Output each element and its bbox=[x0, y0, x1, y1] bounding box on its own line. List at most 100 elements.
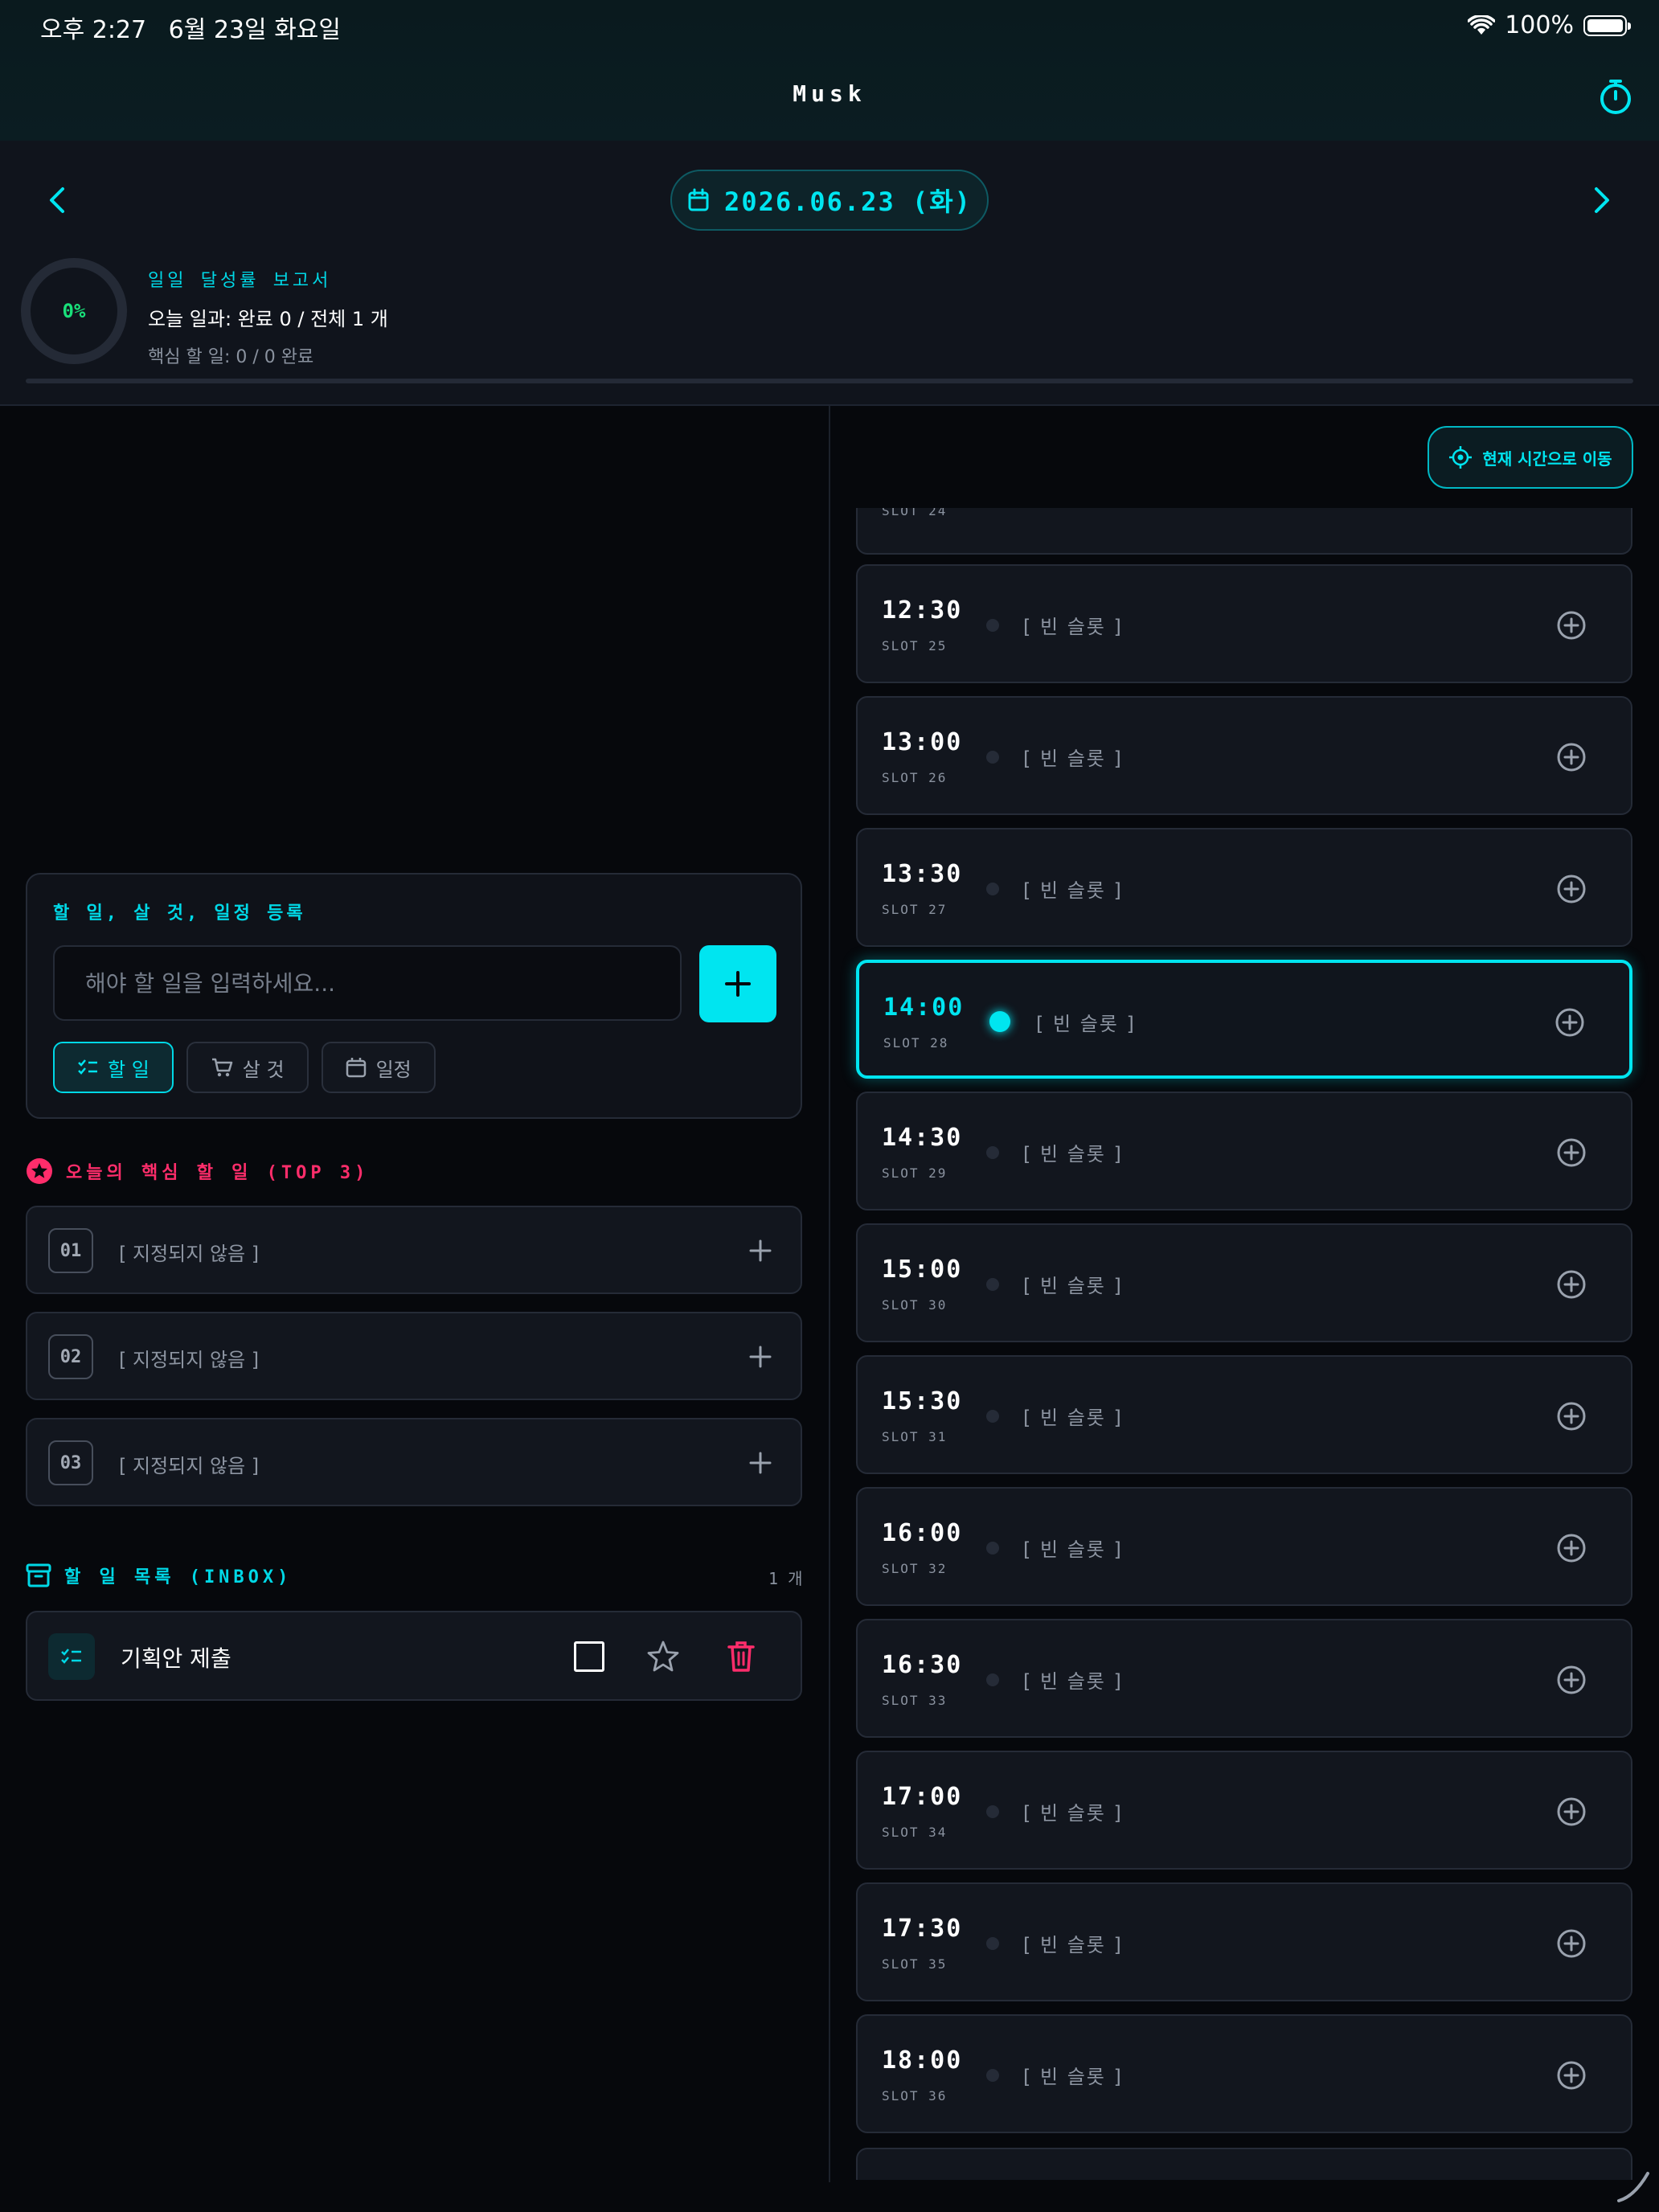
time-slot[interactable]: 13:30 SLOT 27 [ 빈 슬롯 ] bbox=[856, 828, 1632, 947]
slot-number: SLOT 24 bbox=[882, 508, 948, 518]
add-circle-icon[interactable] bbox=[1555, 1400, 1587, 1432]
slot-number: SLOT 35 bbox=[882, 1956, 948, 1972]
time-slot[interactable]: 15:30 SLOT 31 [ 빈 슬롯 ] bbox=[856, 1355, 1632, 1474]
cart-icon bbox=[211, 1058, 233, 1077]
achievement-percent: 0% bbox=[62, 300, 86, 322]
plus-icon[interactable] bbox=[744, 1235, 776, 1267]
calendar-icon bbox=[346, 1058, 366, 1078]
star-icon[interactable] bbox=[646, 1640, 680, 1673]
top3-label: [ 지정되지 않음 ] bbox=[119, 1243, 260, 1265]
complete-checkbox[interactable] bbox=[574, 1641, 604, 1672]
slot-label: [ 빈 슬롯 ] bbox=[1023, 1275, 1123, 1297]
slot-indicator bbox=[986, 619, 999, 632]
add-circle-icon[interactable] bbox=[1554, 1006, 1586, 1038]
status-time: 오후 2:27 bbox=[40, 16, 147, 44]
slot-label: [ 빈 슬롯 ] bbox=[1023, 1934, 1123, 1956]
slot-number: SLOT 34 bbox=[882, 1825, 948, 1840]
status-bar-right: 100% bbox=[1468, 11, 1631, 39]
chevron-right-icon[interactable] bbox=[1583, 182, 1619, 218]
trash-icon[interactable] bbox=[725, 1640, 757, 1673]
time-slot[interactable]: 14:30 SLOT 29 [ 빈 슬롯 ] bbox=[856, 1092, 1632, 1210]
inbox-count: 1 개 bbox=[768, 1569, 803, 1588]
top3-item: 01 [ 지정되지 않음 ] bbox=[26, 1206, 802, 1294]
slot-indicator bbox=[986, 1146, 999, 1159]
slot-indicator bbox=[986, 1542, 999, 1555]
time-slot[interactable]: 18:00 SLOT 36 [ 빈 슬롯 ] bbox=[856, 2014, 1632, 2133]
time-slot-partial[interactable]: SLOT 24 bbox=[856, 508, 1632, 555]
plus-icon[interactable] bbox=[744, 1447, 776, 1479]
slot-number: SLOT 25 bbox=[882, 638, 948, 653]
slot-time: 17:00 bbox=[882, 1783, 963, 1811]
app-title: Musk bbox=[793, 80, 866, 107]
time-slot[interactable]: 13:00 SLOT 26 [ 빈 슬롯 ] bbox=[856, 696, 1632, 815]
slot-label: [ 빈 슬롯 ] bbox=[1036, 1013, 1136, 1035]
slot-number: SLOT 27 bbox=[882, 902, 948, 917]
slot-time: 13:00 bbox=[882, 728, 963, 756]
slot-indicator bbox=[986, 2069, 999, 2082]
plus-icon bbox=[725, 971, 751, 997]
type-shopping-chip[interactable]: 살 것 bbox=[186, 1042, 309, 1093]
add-circle-icon[interactable] bbox=[1555, 1268, 1587, 1301]
slot-indicator bbox=[986, 1805, 999, 1818]
locate-icon bbox=[1449, 446, 1473, 469]
battery-icon bbox=[1583, 14, 1631, 36]
slot-number: SLOT 28 bbox=[883, 1035, 949, 1051]
battery-percent: 100% bbox=[1505, 11, 1574, 39]
checklist-icon bbox=[48, 1633, 95, 1680]
jump-to-now-label: 현재 시간으로 이동 bbox=[1482, 449, 1612, 469]
time-slot[interactable]: 15:00 SLOT 30 [ 빈 슬롯 ] bbox=[856, 1223, 1632, 1342]
add-circle-icon[interactable] bbox=[1555, 1796, 1587, 1828]
date-picker-button[interactable]: 2026.06.23 (화) bbox=[670, 170, 989, 231]
todo-input[interactable] bbox=[53, 945, 682, 1021]
slot-indicator bbox=[986, 1278, 999, 1291]
slot-number: SLOT 32 bbox=[882, 1561, 948, 1576]
chevron-left-icon[interactable] bbox=[40, 182, 76, 218]
star-badge-icon bbox=[27, 1158, 52, 1184]
slot-number: SLOT 33 bbox=[882, 1693, 948, 1708]
time-slot-current[interactable]: 14:00 SLOT 28 [ 빈 슬롯 ] bbox=[856, 960, 1632, 1079]
jump-to-now-button[interactable]: 현재 시간으로 이동 bbox=[1428, 426, 1633, 489]
add-circle-icon[interactable] bbox=[1555, 2059, 1587, 2091]
slot-indicator bbox=[986, 1673, 999, 1686]
register-panel: 할 일, 살 것, 일정 등록 할 일 살 것 bbox=[26, 873, 802, 1119]
time-slot-partial[interactable] bbox=[856, 2148, 1632, 2180]
slot-time: 14:00 bbox=[883, 993, 965, 1022]
type-todo-chip[interactable]: 할 일 bbox=[53, 1042, 174, 1093]
slot-indicator bbox=[986, 751, 999, 764]
top3-title-text: 오늘의 핵심 할 일 (TOP 3) bbox=[66, 1163, 370, 1183]
add-circle-icon[interactable] bbox=[1555, 873, 1587, 905]
achievement-ring: 0% bbox=[21, 258, 127, 364]
top3-label: [ 지정되지 않음 ] bbox=[119, 1455, 260, 1477]
resize-handle-icon[interactable] bbox=[1614, 2167, 1651, 2204]
slot-label: [ 빈 슬롯 ] bbox=[1023, 1143, 1123, 1165]
timeline-list[interactable]: SLOT 24 12:30 SLOT 25 [ 빈 슬롯 ] 13:00 SLOT 26… bbox=[830, 508, 1659, 2180]
time-slot[interactable]: 16:30 SLOT 33 [ 빈 슬롯 ] bbox=[856, 1619, 1632, 1738]
add-button[interactable] bbox=[699, 945, 776, 1022]
daily-report: 일일 달성률 보고서 오늘 일과: 완료 0 / 전체 1 개 핵심 할 일: … bbox=[148, 266, 388, 368]
slot-label: [ 빈 슬롯 ] bbox=[1023, 1670, 1123, 1693]
slot-time: 15:30 bbox=[882, 1387, 963, 1415]
time-slot[interactable]: 17:00 SLOT 34 [ 빈 슬롯 ] bbox=[856, 1751, 1632, 1870]
slot-label: [ 빈 슬롯 ] bbox=[1023, 748, 1123, 770]
add-circle-icon[interactable] bbox=[1555, 609, 1587, 641]
slot-label: [ 빈 슬롯 ] bbox=[1023, 2066, 1123, 2088]
top3-item: 02 [ 지정되지 않음 ] bbox=[26, 1312, 802, 1400]
status-date: 6월 23일 화요일 bbox=[168, 16, 341, 44]
stopwatch-icon[interactable] bbox=[1596, 77, 1635, 116]
time-slot[interactable]: 16:00 SLOT 32 [ 빈 슬롯 ] bbox=[856, 1487, 1632, 1606]
type-schedule-chip[interactable]: 일정 bbox=[321, 1042, 436, 1093]
add-circle-icon[interactable] bbox=[1555, 1664, 1587, 1696]
slot-number: SLOT 30 bbox=[882, 1297, 948, 1313]
plus-icon[interactable] bbox=[744, 1341, 776, 1373]
report-core: 핵심 할 일: 0 / 0 완료 bbox=[148, 347, 314, 367]
type-schedule-label: 일정 bbox=[375, 1058, 412, 1081]
slot-label: [ 빈 슬롯 ] bbox=[1023, 1538, 1123, 1561]
add-circle-icon[interactable] bbox=[1555, 1137, 1587, 1169]
add-circle-icon[interactable] bbox=[1555, 1532, 1587, 1564]
slot-label: [ 빈 슬롯 ] bbox=[1023, 616, 1123, 638]
add-circle-icon[interactable] bbox=[1555, 741, 1587, 773]
time-slot[interactable]: 17:30 SLOT 35 [ 빈 슬롯 ] bbox=[856, 1882, 1632, 2001]
add-circle-icon[interactable] bbox=[1555, 1927, 1587, 1960]
time-slot[interactable]: 12:30 SLOT 25 [ 빈 슬롯 ] bbox=[856, 564, 1632, 683]
report-summary: 오늘 일과: 완료 0 / 전체 1 개 bbox=[148, 308, 388, 330]
